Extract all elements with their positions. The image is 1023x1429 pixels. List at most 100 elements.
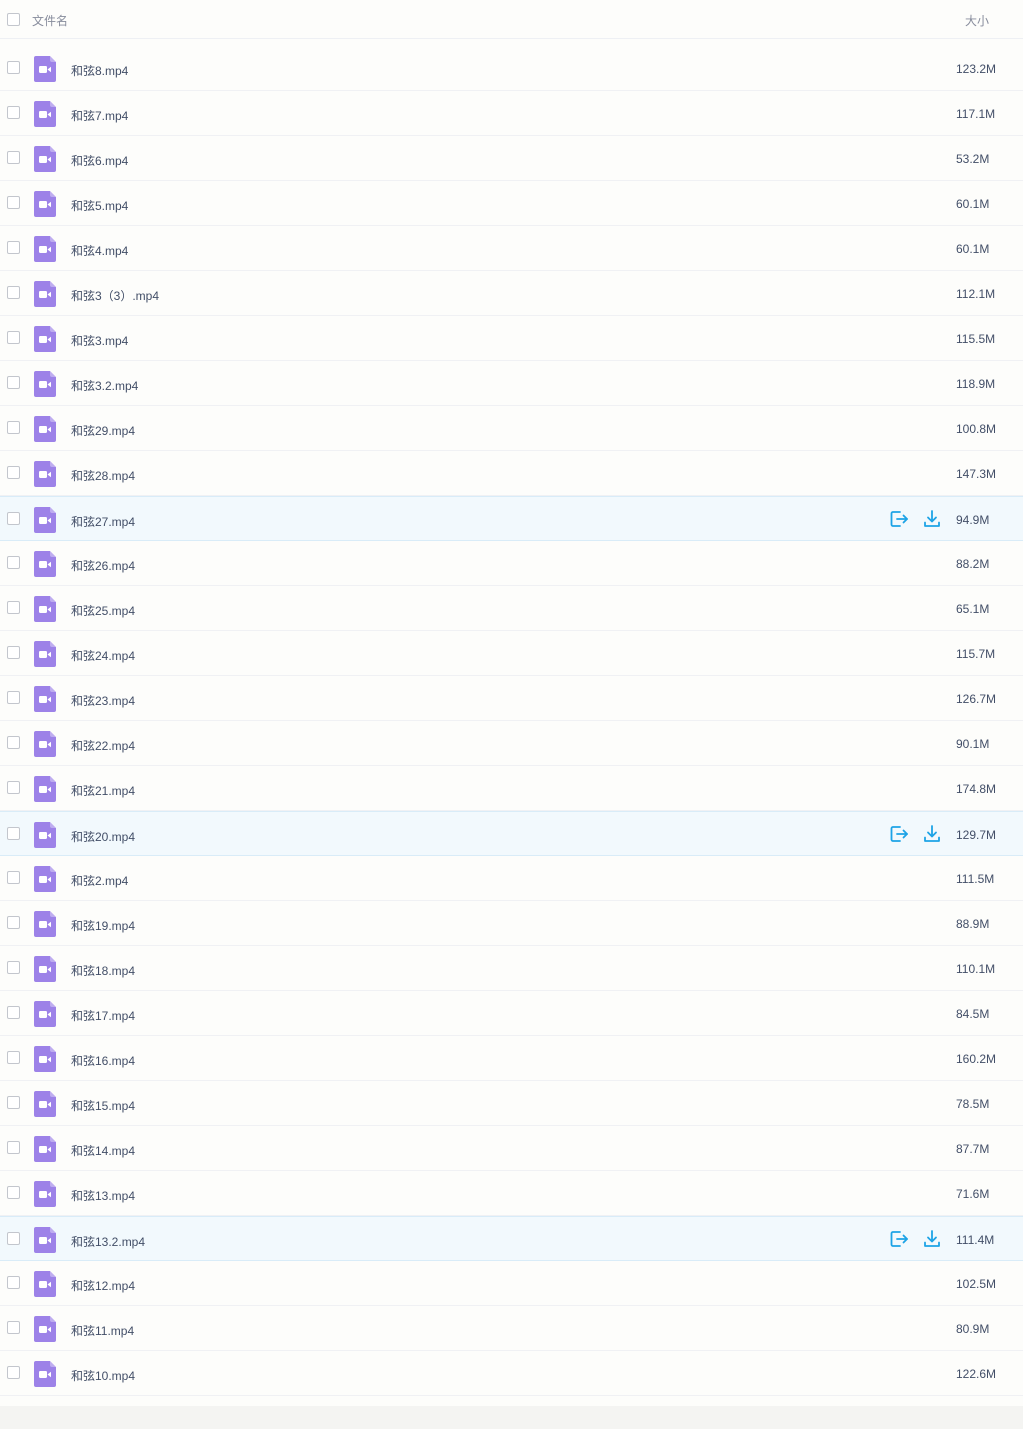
download-icon[interactable] (922, 509, 942, 529)
file-name[interactable]: 和弦20.mp4 (71, 828, 135, 845)
file-row[interactable]: 和弦14.mp4 87.7M (0, 1126, 1023, 1171)
file-name[interactable]: 和弦11.mp4 (71, 1322, 134, 1339)
row-checkbox[interactable] (7, 241, 20, 254)
row-checkbox[interactable] (7, 1141, 20, 1154)
file-row[interactable]: 和弦6.mp4 53.2M (0, 136, 1023, 181)
row-checkbox[interactable] (7, 331, 20, 344)
row-checkbox[interactable] (7, 646, 20, 659)
row-checkbox[interactable] (7, 1006, 20, 1019)
file-row[interactable]: 和弦3（3）.mp4 112.1M (0, 271, 1023, 316)
file-row[interactable]: 和弦25.mp4 65.1M (0, 586, 1023, 631)
file-name[interactable]: 和弦13.mp4 (71, 1187, 135, 1204)
file-name[interactable]: 和弦17.mp4 (71, 1007, 135, 1024)
file-name[interactable]: 和弦18.mp4 (71, 962, 135, 979)
file-name[interactable]: 和弦14.mp4 (71, 1142, 135, 1159)
file-name[interactable]: 和弦24.mp4 (71, 647, 135, 664)
file-row[interactable]: 和弦16.mp4 160.2M (0, 1036, 1023, 1081)
row-checkbox[interactable] (7, 106, 20, 119)
file-name[interactable]: 和弦7.mp4 (71, 107, 128, 124)
file-name[interactable]: 和弦10.mp4 (71, 1367, 135, 1384)
file-name[interactable]: 和弦12.mp4 (71, 1277, 135, 1294)
file-row[interactable]: 和弦24.mp4 115.7M (0, 631, 1023, 676)
file-row[interactable]: 和弦26.mp4 88.2M (0, 541, 1023, 586)
row-checkbox[interactable] (7, 871, 20, 884)
row-checkbox[interactable] (7, 1276, 20, 1289)
row-checkbox[interactable] (7, 512, 20, 525)
file-row[interactable]: 和弦13.mp4 71.6M (0, 1171, 1023, 1216)
row-checkbox[interactable] (7, 1051, 20, 1064)
file-name[interactable]: 和弦16.mp4 (71, 1052, 135, 1069)
file-name[interactable]: 和弦8.mp4 (71, 62, 128, 79)
share-icon[interactable] (889, 509, 909, 529)
file-row[interactable]: 和弦4.mp4 60.1M (0, 226, 1023, 271)
file-row[interactable]: 和弦17.mp4 84.5M (0, 991, 1023, 1036)
file-row[interactable]: 和弦3.2.mp4 118.9M (0, 361, 1023, 406)
row-checkbox[interactable] (7, 556, 20, 569)
file-row[interactable]: 和弦22.mp4 90.1M (0, 721, 1023, 766)
file-row[interactable]: 和弦23.mp4 126.7M (0, 676, 1023, 721)
file-row[interactable]: 和弦15.mp4 78.5M (0, 1081, 1023, 1126)
row-checkbox[interactable] (7, 691, 20, 704)
file-row[interactable]: 和弦10.mp4 122.6M (0, 1351, 1023, 1396)
file-name[interactable]: 和弦3（3）.mp4 (71, 287, 159, 304)
column-header-name[interactable]: 文件名 (32, 12, 68, 29)
row-checkbox[interactable] (7, 286, 20, 299)
column-header-size[interactable]: 大小 (965, 12, 989, 29)
row-checkbox[interactable] (7, 916, 20, 929)
row-checkbox[interactable] (7, 827, 20, 840)
file-row[interactable]: 和弦21.mp4 174.8M (0, 766, 1023, 811)
file-row[interactable]: 和弦28.mp4 147.3M (0, 451, 1023, 496)
file-row[interactable]: 和弦7.mp4 117.1M (0, 91, 1023, 136)
file-name[interactable]: 和弦26.mp4 (71, 557, 135, 574)
share-icon[interactable] (889, 1229, 909, 1249)
file-name[interactable]: 和弦29.mp4 (71, 422, 135, 439)
row-checkbox[interactable] (7, 1096, 20, 1109)
file-name[interactable]: 和弦6.mp4 (71, 152, 128, 169)
row-checkbox[interactable] (7, 376, 20, 389)
row-checkbox[interactable] (7, 736, 20, 749)
row-checkbox[interactable] (7, 961, 20, 974)
file-name[interactable]: 和弦22.mp4 (71, 737, 135, 754)
row-checkbox[interactable] (7, 1186, 20, 1199)
file-name[interactable]: 和弦28.mp4 (71, 467, 135, 484)
file-row[interactable]: 和弦5.mp4 60.1M (0, 181, 1023, 226)
file-name[interactable]: 和弦2.mp4 (71, 872, 128, 889)
row-checkbox[interactable] (7, 601, 20, 614)
file-row[interactable]: 和弦18.mp4 110.1M (0, 946, 1023, 991)
file-row[interactable]: 和弦11.mp4 80.9M (0, 1306, 1023, 1351)
file-name[interactable]: 和弦3.2.mp4 (71, 377, 138, 394)
file-row[interactable]: 和弦2.mp4 111.5M (0, 856, 1023, 901)
row-checkbox[interactable] (7, 1321, 20, 1334)
file-row[interactable]: 和弦20.mp4 129.7M (0, 811, 1023, 856)
file-name[interactable]: 和弦19.mp4 (71, 917, 135, 934)
file-row[interactable]: 和弦8.mp4 123.2M (0, 46, 1023, 91)
download-icon[interactable] (922, 1229, 942, 1249)
row-checkbox[interactable] (7, 421, 20, 434)
file-name[interactable]: 和弦23.mp4 (71, 692, 135, 709)
file-row[interactable]: 和弦12.mp4 102.5M (0, 1261, 1023, 1306)
file-name[interactable]: 和弦15.mp4 (71, 1097, 135, 1114)
row-checkbox[interactable] (7, 1366, 20, 1379)
file-name[interactable]: 和弦5.mp4 (71, 197, 128, 214)
row-checkbox[interactable] (7, 151, 20, 164)
row-checkbox[interactable] (7, 196, 20, 209)
file-name[interactable]: 和弦3.mp4 (71, 332, 128, 349)
row-checkbox[interactable] (7, 1232, 20, 1245)
share-icon[interactable] (889, 824, 909, 844)
row-checkbox[interactable] (7, 781, 20, 794)
file-row[interactable]: 和弦29.mp4 100.8M (0, 406, 1023, 451)
file-row[interactable]: 和弦13.2.mp4 111.4M (0, 1216, 1023, 1261)
video-file-icon (34, 507, 56, 533)
row-checkbox[interactable] (7, 61, 20, 74)
file-name[interactable]: 和弦13.2.mp4 (71, 1233, 145, 1250)
file-name[interactable]: 和弦21.mp4 (71, 782, 135, 799)
file-row[interactable]: 和弦27.mp4 94.9M (0, 496, 1023, 541)
row-checkbox[interactable] (7, 466, 20, 479)
file-name[interactable]: 和弦25.mp4 (71, 602, 135, 619)
file-row[interactable]: 和弦19.mp4 88.9M (0, 901, 1023, 946)
file-name[interactable]: 和弦4.mp4 (71, 242, 128, 259)
file-name[interactable]: 和弦27.mp4 (71, 513, 135, 530)
select-all-checkbox[interactable] (7, 13, 20, 26)
download-icon[interactable] (922, 824, 942, 844)
file-row[interactable]: 和弦3.mp4 115.5M (0, 316, 1023, 361)
